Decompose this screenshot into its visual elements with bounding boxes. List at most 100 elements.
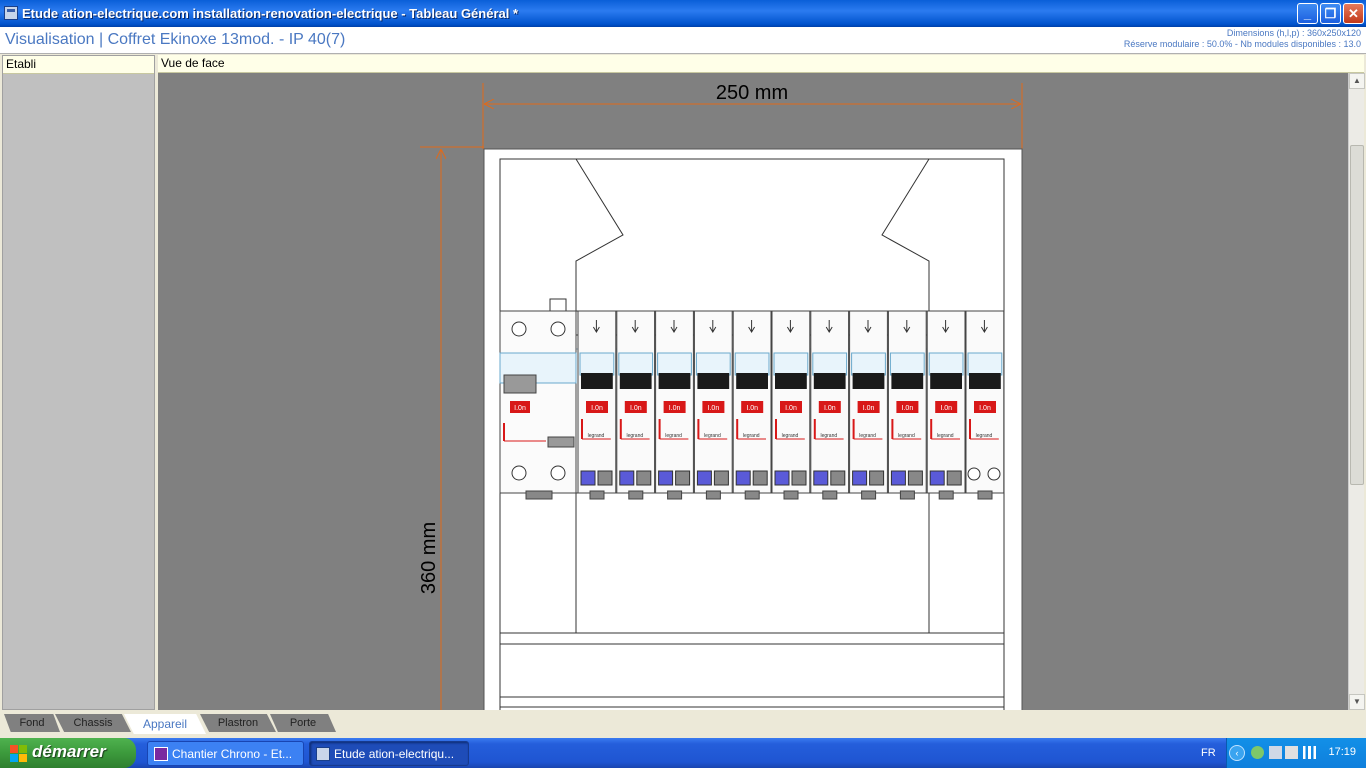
breaker-module[interactable]: I.0n legrand [693, 310, 733, 500]
minimize-button[interactable]: _ [1297, 3, 1318, 24]
breaker-module[interactable]: I.0n legrand [655, 310, 694, 500]
terminal-icon [946, 470, 962, 486]
breaker-rating: I.0n [940, 405, 952, 412]
language-indicator[interactable]: FR [1201, 747, 1216, 759]
terminal-icon [890, 470, 906, 486]
app-icon[interactable] [4, 6, 18, 20]
title-bar: Etude ation-electrique.com installation-… [0, 0, 1366, 27]
breaker-module[interactable]: I.0n legrand [887, 310, 927, 500]
taskbar-item-label: Chantier Chrono - Et... [172, 747, 293, 761]
brand-label: legrand [820, 433, 837, 439]
breaker-rating: I.0n [669, 405, 681, 412]
close-button[interactable]: ✕ [1343, 3, 1364, 24]
display-icon[interactable] [1285, 746, 1298, 759]
breaker-rating: I.0n [630, 405, 642, 412]
cabinet-info: Dimensions (h,l,p) : 360x250x120 Réserve… [1124, 28, 1361, 50]
terminal-icon [929, 470, 945, 486]
terminal-icon [597, 470, 613, 486]
brand-label: legrand [704, 433, 721, 439]
front-view-header: Vue de face [158, 55, 1364, 73]
taskbar: démarrer Chantier Chrono - Et... Etude a… [0, 738, 1366, 768]
breaker-rating: I.0n [708, 405, 720, 412]
etude-app-icon [316, 747, 330, 761]
breaker-rating: I.0n [824, 405, 836, 412]
tray-expand-icon[interactable]: ‹ [1229, 745, 1245, 761]
breaker-rating: I.0n [785, 405, 797, 412]
tab-appareil[interactable]: Appareil [124, 714, 206, 734]
terminal-icon [830, 470, 846, 486]
view-header: Visualisation | Coffret Ekinoxe 13mod. -… [0, 27, 1366, 54]
main-switch[interactable]: I.0n [499, 310, 577, 500]
tab-fond[interactable]: Fond [4, 714, 60, 732]
breaker-rating: I.0n [591, 405, 603, 412]
terminal-icon [735, 470, 751, 486]
breaker-rating: I.0n [979, 405, 991, 412]
terminal-icon [752, 470, 768, 486]
windows-flag-icon [10, 745, 27, 762]
brand-label: legrand [859, 433, 876, 439]
brand-label: legrand [976, 433, 993, 439]
window-title: Etude ation-electrique.com installation-… [22, 6, 519, 21]
tab-porte[interactable]: Porte [270, 714, 336, 732]
clock: 17:19 [1328, 746, 1356, 758]
terminal-icon [813, 470, 829, 486]
brand-label: legrand [937, 433, 954, 439]
breaker-rating: I.0n [863, 405, 875, 412]
bluetooth-icon[interactable] [1269, 746, 1282, 759]
scroll-down-icon[interactable]: ▼ [1349, 694, 1365, 710]
breaker-module[interactable]: I.0n legrand [616, 310, 656, 500]
breaker-module[interactable]: I.0n legrand [926, 310, 966, 500]
terminal-icon [774, 470, 790, 486]
brand-label: legrand [665, 433, 682, 439]
taskbar-item-etude[interactable]: Etude ation-electriqu... [309, 741, 469, 766]
restore-button[interactable]: ❐ [1320, 3, 1341, 24]
brand-label: legrand [588, 433, 605, 439]
start-button[interactable]: démarrer [0, 738, 136, 768]
signal-icon[interactable] [1303, 746, 1316, 759]
breaker-rating: I.0n [902, 405, 914, 412]
terminal-icon [619, 470, 635, 486]
breaker-module[interactable]: I.0n legrand [849, 310, 888, 500]
terminal-icon [869, 470, 885, 486]
breaker-module[interactable]: I.0n legrand [771, 310, 811, 500]
tab-bar: Fond Chassis Appareil Plastron Porte [0, 711, 1366, 735]
terminal-icon [852, 470, 868, 486]
width-label: 250 mm [716, 82, 788, 104]
brand-label: legrand [626, 433, 643, 439]
taskbar-item-label: Etude ation-electriqu... [334, 747, 455, 761]
terminal-icon [713, 470, 729, 486]
taskbar-item-chantier[interactable]: Chantier Chrono - Et... [147, 741, 304, 766]
breaker-module[interactable]: I.0n legrand [810, 310, 850, 500]
reserve-text: Réserve modulaire : 50.0% - Nb modules d… [1123, 39, 1361, 49]
main-switch-rating: I.0n [514, 405, 526, 412]
brand-label: legrand [898, 433, 915, 439]
terminal-icon [791, 470, 807, 486]
vertical-scrollbar[interactable]: ▲ ▼ [1348, 73, 1365, 710]
etabli-panel: Etabli [2, 55, 155, 710]
terminal-icon [636, 470, 652, 486]
terminal-icon [658, 470, 674, 486]
width-dimension: 250 mm [482, 82, 1023, 149]
terminal-icon [580, 470, 596, 486]
breaker-module[interactable]: I.0n legrand [577, 310, 617, 500]
terminal-icon [675, 470, 691, 486]
breaker-rating: I.0n [746, 405, 758, 412]
terminal-icon [696, 470, 712, 486]
network-icon[interactable] [1251, 746, 1264, 759]
chantier-app-icon [154, 747, 168, 761]
breaker-row[interactable]: I.0n legrand I.0n legrand I.0n legrand I.0n leg… [577, 310, 1005, 500]
tab-plastron[interactable]: Plastron [200, 714, 276, 732]
scroll-up-icon[interactable]: ▲ [1349, 73, 1365, 89]
scroll-thumb[interactable] [1350, 145, 1364, 485]
tab-chassis[interactable]: Chassis [55, 714, 131, 732]
terminal-icon [907, 470, 923, 486]
height-label: 360 mm [418, 522, 440, 594]
view-title: Visualisation | Coffret Ekinoxe 13mod. -… [5, 31, 346, 48]
front-view-panel: Vue de face 250 mm 360 mm I.0n I.0n legr… [158, 55, 1365, 710]
system-tray: ‹ 17:19 [1226, 738, 1366, 768]
brand-label: legrand [782, 433, 799, 439]
breaker-module[interactable]: I.0n legrand [732, 310, 772, 500]
height-dimension: 360 mm [418, 146, 484, 710]
cabinet-drawing[interactable]: 250 mm 360 mm I.0n I.0nlegrandI.0nlegran… [158, 73, 1348, 710]
brand-label: legrand [743, 433, 760, 439]
